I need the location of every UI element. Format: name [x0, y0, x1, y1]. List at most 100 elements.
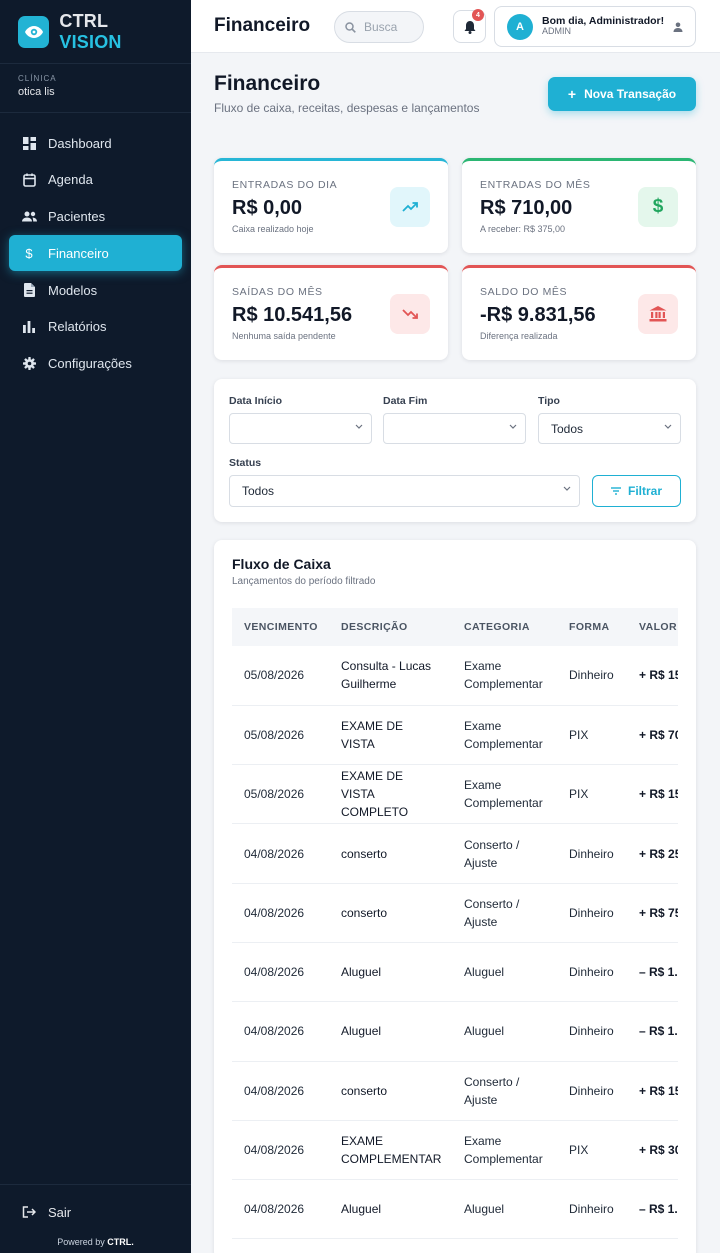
sidebar-item-label: Modelos: [48, 282, 98, 298]
chevron-down-icon: [563, 486, 571, 491]
clinic-name: otica lis: [18, 86, 55, 98]
table-row[interactable]: 04/08/2026 EXAME COMPLEMENTAR Exame Comp…: [232, 1120, 678, 1181]
user-menu[interactable]: A Bom dia, Administrador! ADMIN: [494, 6, 696, 47]
cell-description: conserto: [329, 1061, 452, 1121]
cell-category: Conserto / Ajuste: [452, 883, 557, 943]
gear-icon: [21, 356, 37, 372]
bell-icon: [464, 20, 476, 34]
table-row[interactable]: 05/08/2026 Consulta - Lucas Guilherme Ex…: [232, 646, 678, 706]
user-text: Bom dia, Administrador! ADMIN: [542, 15, 673, 37]
new-transaction-button[interactable]: + Nova Transação: [548, 77, 696, 111]
cell-category: Aluguel: [452, 942, 557, 1003]
stat-card-entradas-mes: ENTRADAS DO MÊS R$ 710,00 A receber: R$ …: [462, 158, 696, 253]
clinic-info: CLÍNICA otica lis: [0, 64, 191, 113]
sidebar-item-label: Dashboard: [48, 135, 112, 151]
cell-form: Dinheiro: [557, 1001, 627, 1062]
notification-badge: 4: [472, 9, 484, 21]
logout-icon: [22, 1206, 36, 1218]
table-row[interactable]: 04/08/2026 conserto Conserto / Ajuste Di…: [232, 883, 678, 943]
column-header-categoria[interactable]: CATEGORIA: [452, 608, 557, 646]
cell-description: Aluguel: [329, 1001, 452, 1062]
topbar: Financeiro Busca 4 A Bom dia, Administra…: [191, 0, 720, 53]
chevron-down-icon: [664, 424, 672, 429]
column-header-vencimento[interactable]: VENCIMENTO: [232, 608, 329, 646]
status-select[interactable]: Todos: [229, 475, 580, 507]
cell-category: Conserto / Ajuste: [452, 1061, 557, 1121]
cell-category: Conserto / Ajuste: [452, 823, 557, 884]
cell-description: EXAME DE VISTA COMPLETO: [329, 764, 452, 825]
stat-card-saidas-mes: SAÍDAS DO MÊS R$ 10.541,56 Nenhuma saída…: [214, 265, 448, 360]
cell-category: Aluguel: [452, 1001, 557, 1062]
cell-form: Dinheiro: [557, 823, 627, 884]
cell-description: EXAME DE VISTA: [329, 705, 452, 766]
cell-date: 04/08/2026: [232, 942, 329, 1003]
brand[interactable]: CTRL VISION: [0, 0, 191, 64]
main-content: Financeiro Fluxo de caixa, receitas, des…: [191, 53, 720, 1253]
cell-date: 04/08/2026: [232, 1061, 329, 1121]
sidebar-item-pacientes[interactable]: Pacientes: [9, 199, 182, 235]
logout-button[interactable]: Sair: [0, 1197, 191, 1227]
person-icon: [673, 22, 683, 32]
end-date-select[interactable]: [383, 413, 526, 444]
new-transaction-label: Nova Transação: [584, 87, 677, 101]
sidebar-item-dashboard[interactable]: Dashboard: [9, 125, 182, 161]
cell-description: conserto: [329, 823, 452, 884]
cell-value: + R$ 70: [627, 705, 678, 766]
table-row[interactable]: 04/08/2026 conserto Conserto / Ajuste Di…: [232, 1061, 678, 1121]
notifications-button[interactable]: 4: [453, 9, 486, 43]
table-row[interactable]: 05/08/2026 EXAME DE VISTA Exame Compleme…: [232, 705, 678, 766]
powered-brand: CTRL.: [107, 1237, 134, 1247]
cell-value: – R$ 1.50: [627, 1179, 678, 1240]
cashflow-table: VENCIMENTO DESCRIÇÃO CATEGORIA FORMA VAL…: [232, 608, 678, 1240]
cell-form: Dinheiro: [557, 1061, 627, 1121]
cell-date: 05/08/2026: [232, 764, 329, 825]
cell-form: Dinheiro: [557, 883, 627, 943]
type-value: Todos: [551, 421, 584, 436]
cell-description: EXAME COMPLEMENTAR: [329, 1120, 452, 1181]
sidebar-nav: Dashboard Agenda Pacientes $ Financeiro …: [0, 113, 191, 382]
cell-category: Exame Complementar: [452, 705, 557, 766]
column-header-valor[interactable]: VALOR: [627, 608, 678, 646]
sidebar-item-configuracoes[interactable]: Configurações: [9, 346, 182, 382]
sidebar-item-label: Configurações: [48, 356, 132, 372]
powered-by: Powered by CTRL.: [0, 1227, 191, 1253]
stat-card-entradas-dia: ENTRADAS DO DIA R$ 0,00 Caixa realizado …: [214, 158, 448, 253]
cell-category: Aluguel: [452, 1179, 557, 1240]
cell-description: conserto: [329, 883, 452, 943]
search-placeholder: Busca: [364, 20, 398, 34]
table-row[interactable]: 04/08/2026 Aluguel Aluguel Dinheiro – R$…: [232, 942, 678, 1003]
column-header-descricao[interactable]: DESCRIÇÃO: [329, 608, 452, 646]
search-input[interactable]: Busca: [334, 11, 424, 43]
sidebar-item-modelos[interactable]: Modelos: [9, 272, 182, 308]
sidebar-item-label: Pacientes: [48, 209, 106, 225]
column-header-forma[interactable]: FORMA: [557, 608, 627, 646]
avatar: A: [507, 13, 533, 40]
cashflow-subtitle: Lançamentos do período filtrado: [232, 576, 376, 587]
table-row[interactable]: 04/08/2026 Aluguel Aluguel Dinheiro – R$…: [232, 1179, 678, 1240]
cell-form: PIX: [557, 764, 627, 825]
type-select[interactable]: Todos: [538, 413, 681, 444]
cell-value: – R$ 1.50: [627, 1001, 678, 1062]
table-row[interactable]: 04/08/2026 conserto Conserto / Ajuste Di…: [232, 823, 678, 884]
cell-value: + R$ 15: [627, 1061, 678, 1121]
table-row[interactable]: 05/08/2026 EXAME DE VISTA COMPLETO Exame…: [232, 764, 678, 825]
sidebar-item-financeiro[interactable]: $ Financeiro: [9, 235, 182, 272]
filter-button[interactable]: Filtrar: [592, 475, 681, 507]
cell-form: PIX: [557, 1120, 627, 1181]
cashflow-panel: Fluxo de Caixa Lançamentos do período fi…: [214, 540, 696, 1253]
trending-up-icon: [390, 187, 430, 227]
cell-form: Dinheiro: [557, 1179, 627, 1240]
sidebar-item-relatorios[interactable]: Relatórios: [9, 309, 182, 345]
cell-date: 04/08/2026: [232, 1001, 329, 1062]
table-row[interactable]: 04/08/2026 Aluguel Aluguel Dinheiro – R$…: [232, 1001, 678, 1062]
table-header: VENCIMENTO DESCRIÇÃO CATEGORIA FORMA VAL…: [232, 608, 678, 646]
dashboard-icon: [21, 135, 37, 151]
topbar-title: Financeiro: [214, 15, 311, 36]
start-date-select[interactable]: [229, 413, 372, 444]
chevron-down-icon: [355, 424, 363, 429]
cell-category: Exame Complementar: [452, 1120, 557, 1181]
sidebar: CTRL VISION CLÍNICA otica lis Dashboard …: [0, 0, 191, 1253]
cashflow-table-scroll[interactable]: VENCIMENTO DESCRIÇÃO CATEGORIA FORMA VAL…: [232, 608, 678, 1240]
table-header-row: VENCIMENTO DESCRIÇÃO CATEGORIA FORMA VAL…: [232, 608, 678, 646]
sidebar-item-agenda[interactable]: Agenda: [9, 162, 182, 198]
